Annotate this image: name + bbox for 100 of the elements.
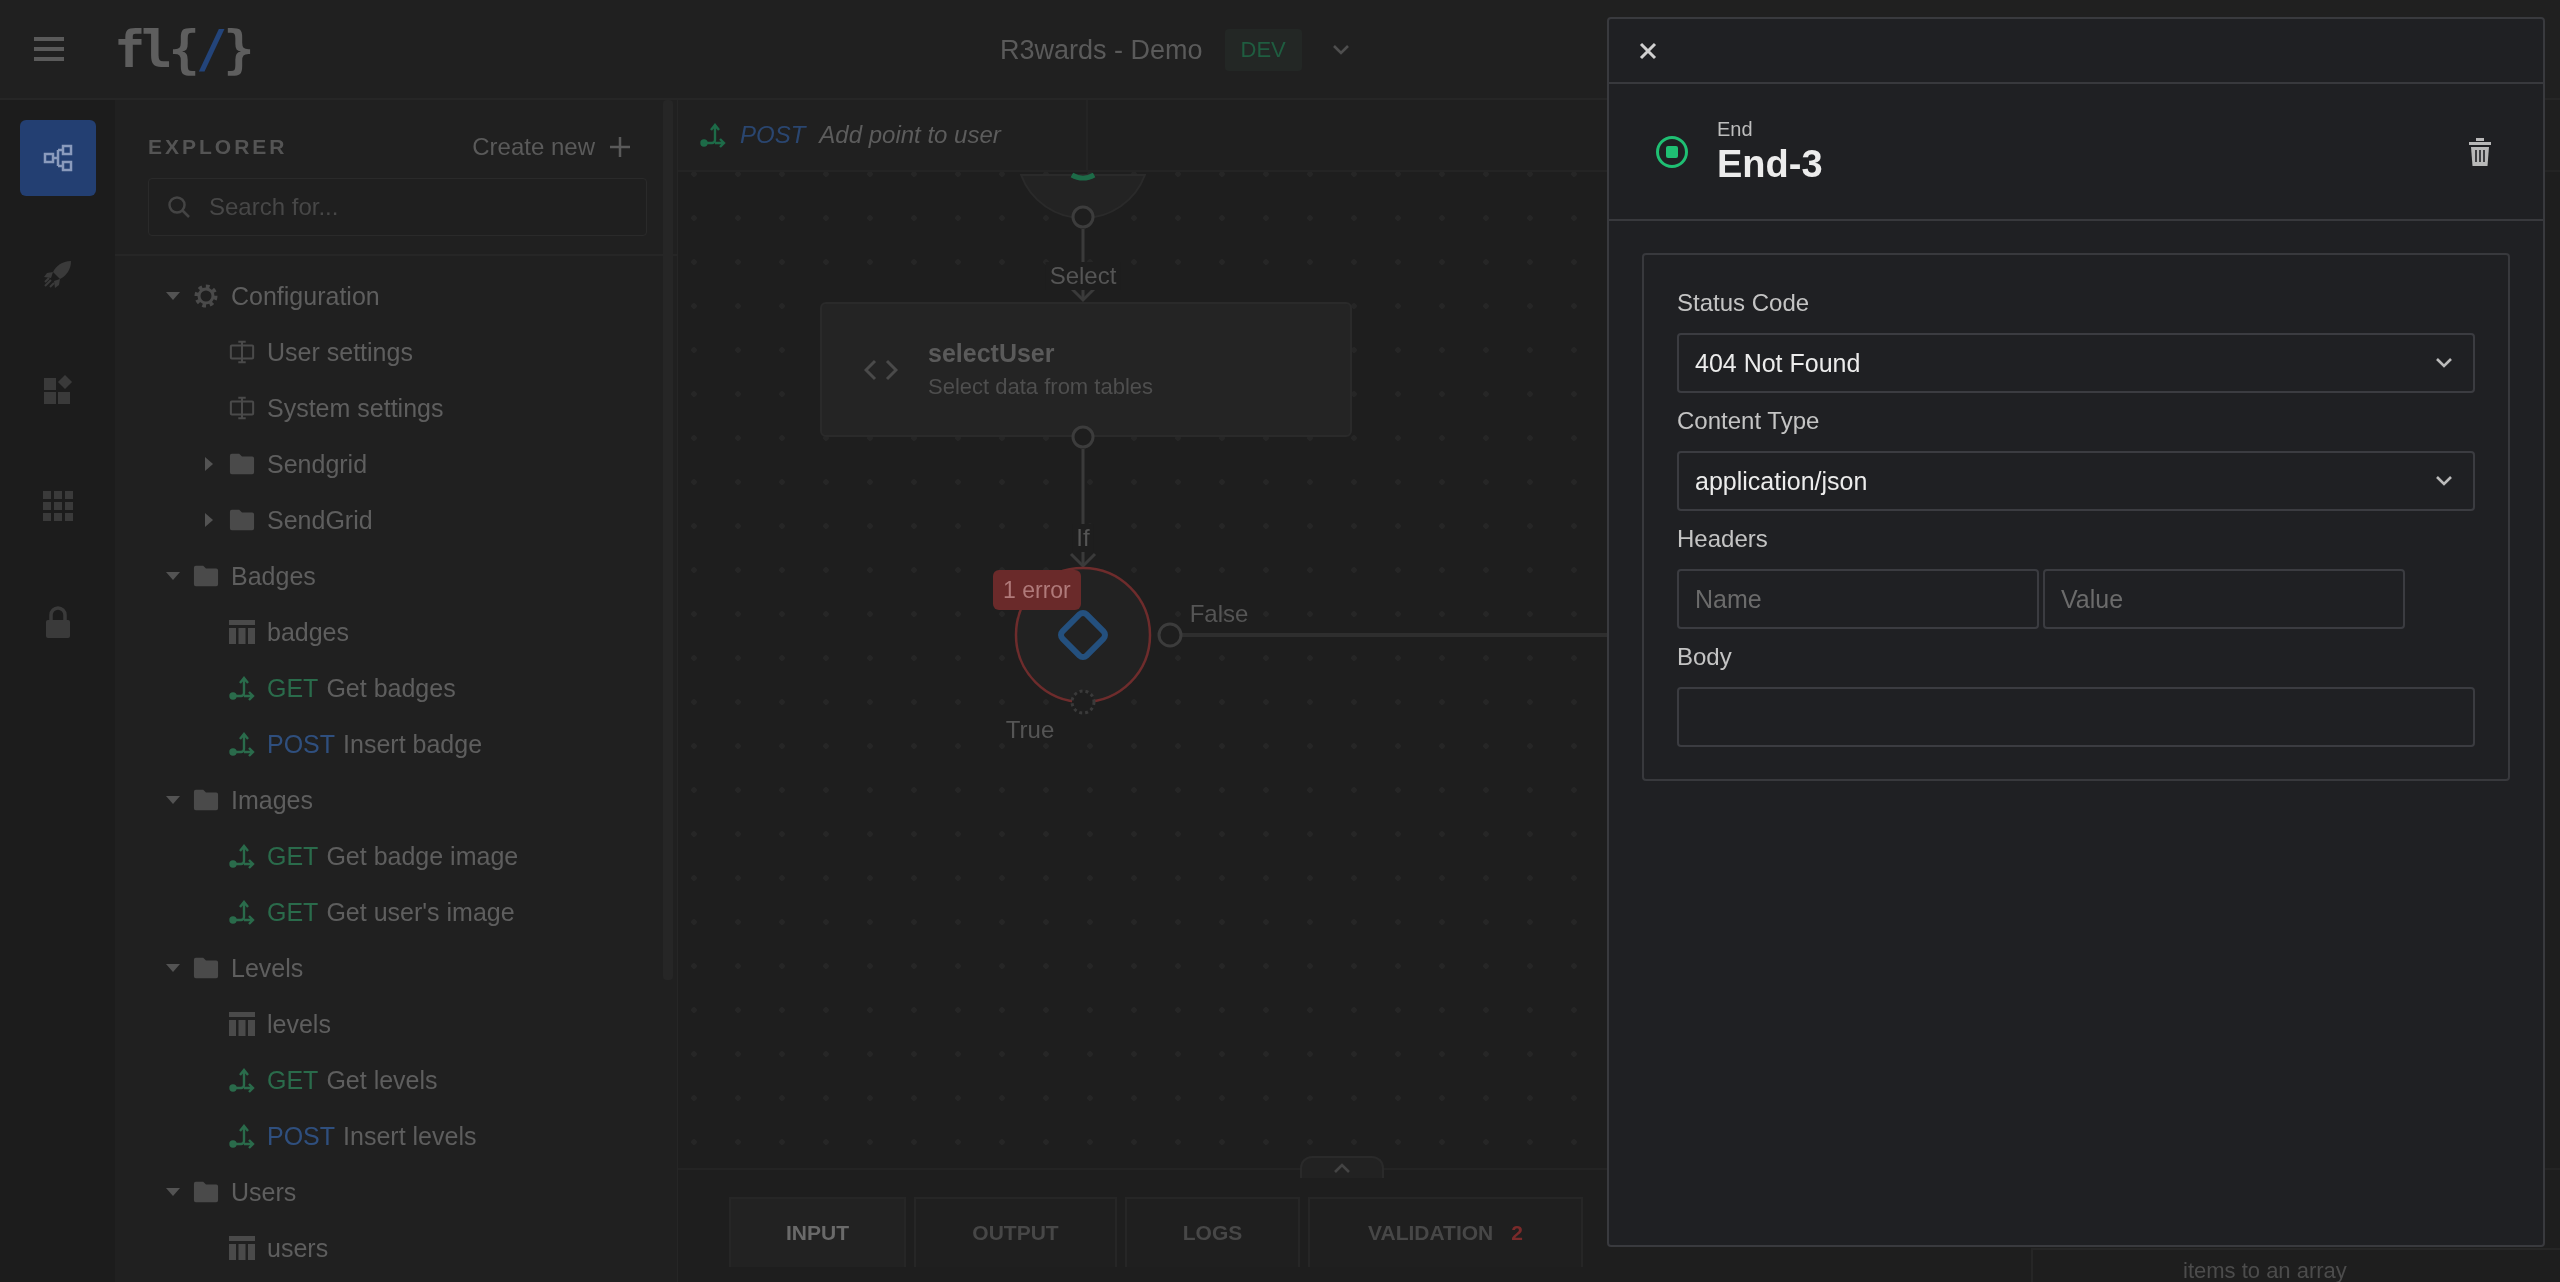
folder-icon [193,788,219,812]
table-icon [229,620,255,644]
tree-item[interactable]: SendGrid [115,492,677,548]
node-name: End-3 [1717,142,1824,186]
folder-icon [229,452,255,476]
tree-label: SendGrid [267,505,373,535]
tree-label: Get user's image [326,897,515,927]
tree-item[interactable]: users [115,1220,677,1276]
delete-button[interactable] [2469,137,2491,166]
trash-icon [2469,137,2491,166]
route-icon [229,731,255,757]
tree-label: Sendgrid [267,449,368,479]
code-icon [864,358,898,381]
route-icon [229,675,255,701]
create-new-button[interactable]: Create new [472,133,631,161]
diamond-icon [1055,607,1111,663]
tree-item[interactable]: Sendgrid [115,436,677,492]
chevron-down-icon [2435,357,2453,369]
tree-label: users [267,1233,329,1263]
tree-item[interactable]: GET Get user's image [115,884,677,940]
tree-label: System settings [267,393,444,423]
grid-icon [42,491,73,521]
input-icon [229,339,255,365]
tree-item[interactable]: POST Insert levels [115,1108,677,1164]
stop-icon [1655,134,1689,169]
table-icon [229,1236,255,1260]
chevron-down-icon [2435,475,2453,487]
input-field[interactable]: Value [2043,569,2405,629]
plus-icon [609,136,631,158]
tree-item[interactable]: badges [115,604,677,660]
tree-label: Users [231,1177,297,1207]
logo: fl{/} [114,19,251,79]
tree-item[interactable]: levels [115,996,677,1052]
tree-label: Get badges [326,673,456,703]
panel-tab[interactable]: INPUT [729,1197,906,1267]
tree-label: Get badge image [326,841,519,871]
connector-handle[interactable] [1157,622,1183,648]
flow-title: Add point to user [819,121,1001,149]
connector-handle[interactable] [1070,689,1096,715]
project-title[interactable]: R3wards - Demo [1000,34,1203,66]
field-label: Content Type [1677,407,1821,435]
node-type: End [1717,117,1754,141]
method-label: POST [267,1121,336,1151]
method-label: GET [267,841,319,871]
route-icon [229,1123,255,1149]
input-icon [229,395,255,421]
tree-item[interactable]: System settings [115,380,677,436]
tree-item[interactable]: Users [115,1164,677,1220]
folder-icon [193,1180,219,1204]
method-label: GET [267,897,319,927]
error-badge: 1 error [993,570,1081,610]
input-field[interactable]: Name [1677,569,2039,629]
tree-label: Configuration [231,281,380,311]
tree-item[interactable]: Images [115,772,677,828]
body-field[interactable] [1677,687,2475,747]
tree-label: Images [231,785,313,815]
rocket-icon [41,258,74,290]
folder-icon [193,564,219,588]
lock-icon [44,606,71,638]
method-label: GET [267,1065,319,1095]
tree-item[interactable]: Badges [115,548,677,604]
collapse-handle[interactable] [1300,1156,1384,1178]
route-icon [229,1067,255,1093]
tree-item[interactable]: User settings [115,324,677,380]
tree-label: Get levels [326,1065,438,1095]
dropdown-chevron-icon [1331,44,1350,56]
tree-item[interactable]: GET Get badge image [115,828,677,884]
folder-icon [229,508,255,532]
tree-label: Insert badge [343,729,483,759]
tree-item[interactable]: Levels [115,940,677,996]
rail-button[interactable] [19,120,96,196]
tree-item[interactable]: GET Get badges [115,660,677,716]
select-field[interactable]: application/json [1677,451,2475,511]
method-label: GET [267,673,319,703]
folder-icon [193,956,219,980]
flow-icon [42,143,73,173]
search-icon [167,195,191,219]
start-node[interactable] [1020,172,1146,229]
route-icon [229,899,255,925]
table-icon [229,1012,255,1036]
tree-item[interactable]: Configuration [115,268,677,324]
tree-label: Badges [231,561,316,591]
field-label: Headers [1677,525,1769,553]
field-label: Status Code [1677,289,1811,317]
method-label: POST [740,121,806,149]
tree-item[interactable]: POST Insert badge [115,716,677,772]
menu-button[interactable] [34,36,64,62]
gear-icon [193,283,219,309]
tree-label: User settings [267,337,413,367]
route-icon [700,122,726,148]
tree-label: badges [267,617,350,647]
tree-item[interactable]: GET Get levels [115,1052,677,1108]
method-label: POST [267,729,336,759]
select-field[interactable]: 404 Not Found [1677,333,2475,393]
field-label: Body [1677,643,1733,671]
route-icon [229,843,255,869]
chevron-up-icon [1333,1162,1351,1174]
close-icon [1639,41,1657,60]
tree-label: Levels [231,953,304,983]
connector-handle[interactable] [1071,425,1095,449]
